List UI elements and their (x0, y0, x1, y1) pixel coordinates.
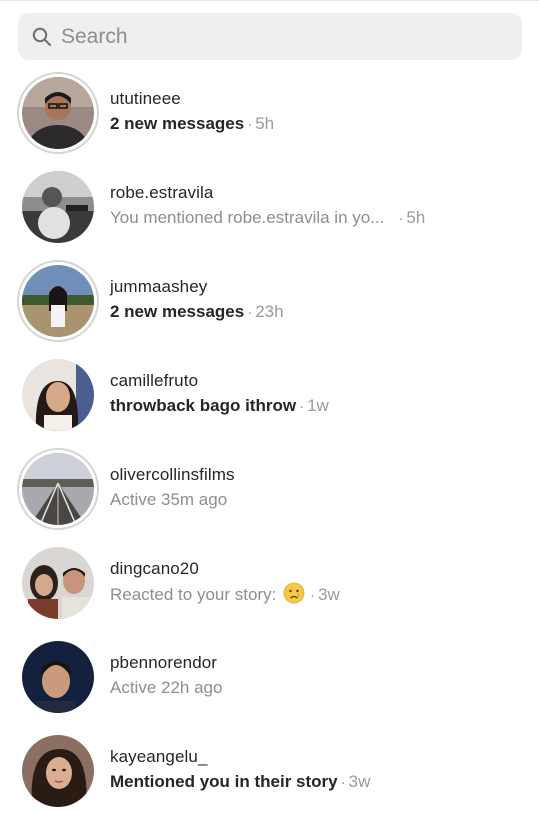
message-preview: 2 new messages (110, 302, 245, 321)
separator-dot: · (340, 774, 346, 791)
conversation-username: pbennorendor (110, 653, 218, 672)
avatar-frame (17, 354, 99, 436)
story-ring[interactable] (17, 448, 99, 530)
timestamp: 3w (348, 772, 371, 791)
conversation-username: kayeangelu_ (110, 747, 208, 766)
search-input[interactable] (61, 24, 481, 49)
separator-dot: · (247, 304, 253, 321)
separator-dot: · (299, 398, 305, 415)
conversation-username: olivercollinsfilms (110, 465, 235, 484)
story-ring[interactable] (17, 260, 99, 342)
avatar-frame (17, 636, 99, 718)
conversation-row[interactable]: robe.estravila You mentioned robe.estrav… (0, 158, 539, 252)
avatar (22, 77, 94, 149)
message-preview: Reacted to your story: (110, 585, 277, 604)
avatar-frame (17, 166, 99, 248)
timestamp: 1w (307, 396, 329, 415)
avatar (22, 547, 94, 619)
conversation-preview: Reacted to your story: · 3w (110, 582, 520, 608)
conversation-list: ututineee 2 new messages · 5h robe.estravi… (0, 64, 539, 813)
conversation-row[interactable]: camillefruto throwback bago ithrow · 1w (0, 346, 539, 440)
conversation-preview: You mentioned robe.estravila in yo... · 5h (110, 206, 520, 231)
message-preview: throwback bago ithrow (110, 396, 297, 415)
conversation-preview: Active 35m ago (110, 488, 520, 512)
crying-face-icon (283, 582, 305, 604)
separator-dot: · (247, 116, 253, 133)
active-status: Active 35m ago (110, 490, 228, 509)
search-bar[interactable] (18, 13, 522, 60)
story-ring[interactable] (17, 72, 99, 154)
conversation-username: ututineee (110, 89, 181, 108)
avatar (22, 359, 94, 431)
avatar (22, 641, 94, 713)
avatar (22, 171, 94, 243)
conversation-username: dingcano20 (110, 559, 199, 578)
conversation-preview: throwback bago ithrow · 1w (110, 394, 520, 419)
avatar-frame (17, 542, 99, 624)
conversation-row[interactable]: kayeangelu_ Mentioned you in their story… (0, 722, 539, 813)
conversation-preview: Active 22h ago (110, 676, 520, 700)
conversation-preview: Mentioned you in their story · 3w (110, 770, 520, 795)
avatar-frame (17, 730, 99, 812)
avatar (22, 735, 94, 807)
conversation-username: jummaashey (110, 277, 208, 296)
conversation-row[interactable]: dingcano20 Reacted to your story: · 3w (0, 534, 539, 628)
conversation-row[interactable]: olivercollinsfilms Active 35m ago (0, 440, 539, 534)
conversation-username: camillefruto (110, 371, 199, 390)
conversation-row[interactable]: pbennorendor Active 22h ago (0, 628, 539, 722)
timestamp: 5h (406, 208, 426, 227)
message-preview: You mentioned robe.estravila in yo... (110, 208, 385, 227)
message-preview: 2 new messages (110, 114, 245, 133)
conversation-username: robe.estravila (110, 183, 214, 202)
separator-dot: · (398, 210, 404, 227)
timestamp: 5h (255, 114, 275, 133)
avatar (22, 265, 94, 337)
conversation-row[interactable]: ututineee 2 new messages · 5h (0, 64, 539, 158)
conversation-preview: 2 new messages · 23h (110, 300, 520, 325)
message-preview: Mentioned you in their story (110, 772, 338, 791)
search-icon (32, 27, 51, 46)
separator-dot: · (310, 587, 316, 604)
conversation-row[interactable]: jummaashey 2 new messages · 23h (0, 252, 539, 346)
conversation-preview: 2 new messages · 5h (110, 112, 520, 137)
active-status: Active 22h ago (110, 678, 223, 697)
avatar (22, 453, 94, 525)
top-divider (0, 0, 539, 1)
timestamp: 23h (255, 302, 284, 321)
timestamp: 3w (318, 585, 340, 604)
